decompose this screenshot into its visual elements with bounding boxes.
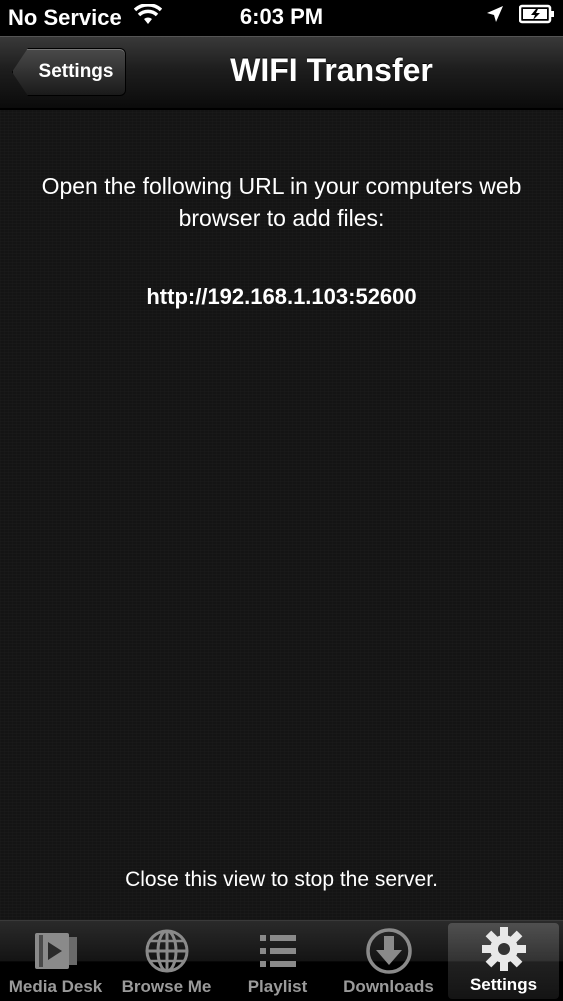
stop-server-note: Close this view to stop the server. bbox=[125, 868, 438, 891]
carrier-label: No Service bbox=[8, 5, 122, 30]
globe-icon bbox=[144, 925, 190, 977]
status-right bbox=[485, 4, 555, 29]
tab-label: Media Desk bbox=[8, 977, 103, 996]
tab-label: Playlist bbox=[247, 977, 308, 996]
download-icon bbox=[364, 925, 414, 977]
tab-browse-me[interactable]: Browse Me bbox=[111, 921, 222, 1001]
tab-media-desk[interactable]: Media Desk bbox=[0, 921, 111, 1001]
location-icon bbox=[485, 4, 505, 29]
tab-label: Downloads bbox=[343, 977, 434, 996]
status-bar: No Service 6:03 PM bbox=[0, 0, 563, 36]
tab-label: Settings bbox=[469, 975, 538, 994]
page-title: WIFI Transfer bbox=[230, 52, 433, 88]
tab-bar: Media Desk Browse Me Playlist Downloads … bbox=[0, 920, 563, 1001]
list-icon bbox=[256, 925, 300, 977]
tab-label: Browse Me bbox=[121, 977, 212, 996]
instructions-text: Open the following URL in your computers… bbox=[41, 173, 522, 231]
wifi-icon bbox=[133, 3, 162, 32]
tab-downloads[interactable]: Downloads bbox=[333, 921, 444, 1001]
main-content: Open the following URL in your computers… bbox=[0, 110, 563, 920]
server-url: http://192.168.1.103:52600 bbox=[146, 284, 417, 309]
tab-settings[interactable]: Settings bbox=[448, 923, 559, 999]
gear-icon bbox=[480, 923, 528, 975]
battery-charging-icon bbox=[518, 4, 555, 29]
tab-playlist[interactable]: Playlist bbox=[222, 921, 333, 1001]
media-desk-icon bbox=[33, 925, 79, 977]
navigation-bar: Settings WIFI Transfer bbox=[0, 36, 563, 110]
status-left: No Service bbox=[8, 3, 162, 32]
